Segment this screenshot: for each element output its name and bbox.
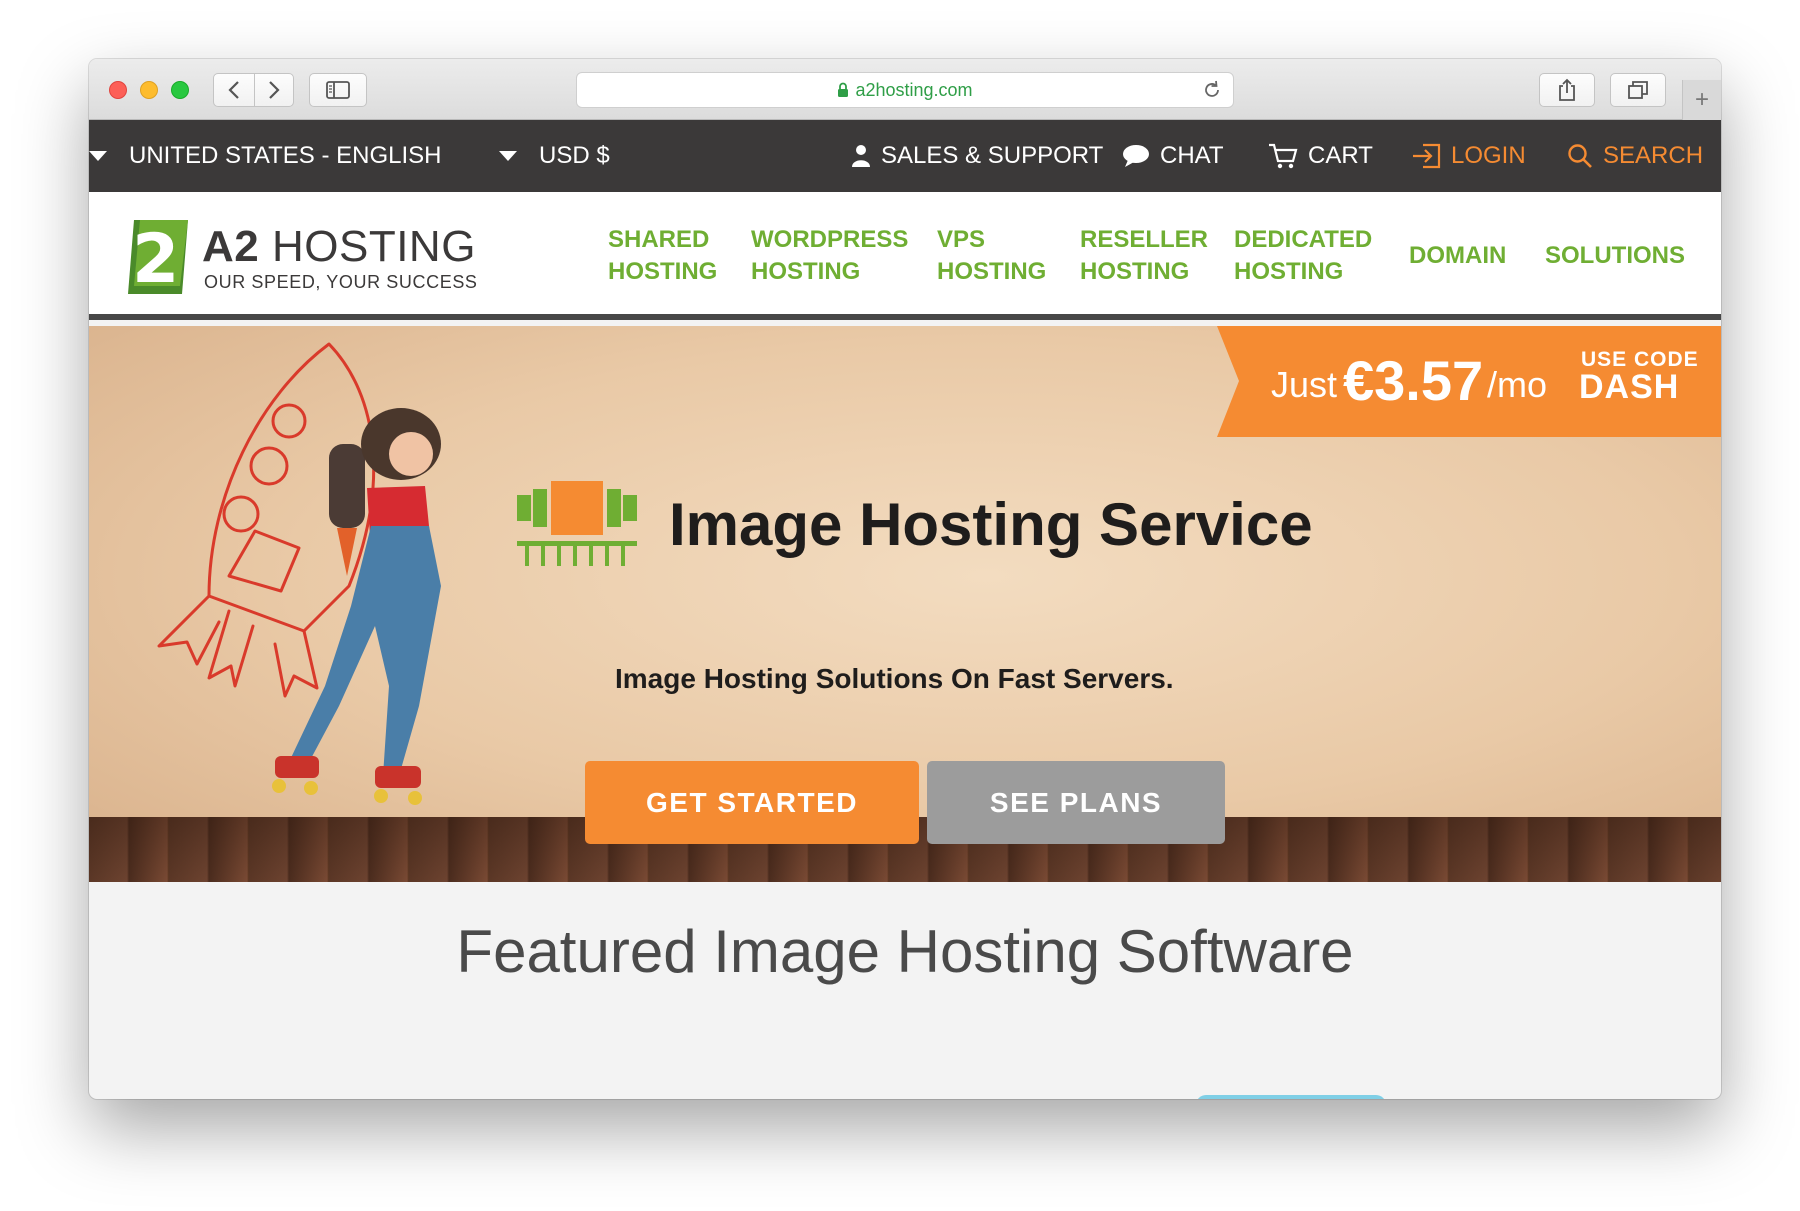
sidebar-button[interactable] — [309, 73, 367, 107]
history-nav-group — [213, 73, 294, 107]
caret-down-icon — [89, 151, 107, 161]
minimize-window-button[interactable] — [140, 81, 158, 99]
promo-just: Just — [1271, 364, 1338, 405]
cart-link[interactable]: CART — [1268, 120, 1373, 192]
promo-per-month: /mo — [1487, 364, 1548, 405]
currency-label: USD $ — [539, 142, 610, 169]
share-icon — [1559, 78, 1575, 101]
login-link[interactable]: LOGIN — [1411, 120, 1526, 192]
sales-support-label: SALES & SUPPORT — [881, 142, 1104, 169]
promo-price: €3.57 — [1343, 349, 1484, 412]
new-tab-button[interactable]: + — [1682, 80, 1721, 120]
back-button[interactable] — [214, 74, 254, 106]
nav-dedicated-hosting[interactable]: DEDICATED HOSTING — [1234, 224, 1372, 288]
close-window-button[interactable] — [109, 81, 127, 99]
cart-label: CART — [1308, 142, 1373, 169]
reload-icon[interactable] — [1201, 79, 1223, 101]
nav-domain[interactable]: DOMAIN — [1409, 240, 1506, 272]
nav-wordpress-hosting[interactable]: WORDPRESS HOSTING — [751, 224, 908, 288]
language-label: UNITED STATES - ENGLISH — [129, 142, 442, 169]
hero-subtitle: Image Hosting Solutions On Fast Servers. — [615, 663, 1174, 694]
currency-selector[interactable]: USD $ — [499, 120, 610, 192]
caret-down-icon — [499, 151, 517, 161]
search-label: SEARCH — [1603, 142, 1704, 169]
see-plans-button[interactable]: SEE PLANS — [927, 761, 1225, 844]
search-link[interactable]: SEARCH — [1567, 120, 1703, 192]
lock-icon — [838, 82, 849, 97]
chat-bubble-icon — [1123, 145, 1149, 167]
nav-vps-hosting[interactable]: VPS HOSTING — [937, 224, 1046, 288]
plus-icon: + — [1694, 86, 1709, 113]
chat-label: CHAT — [1160, 142, 1224, 169]
browser-window: a2hosting.com + UNITED STATES - ENGLISH … — [89, 59, 1721, 1099]
tab-overview-button[interactable] — [1610, 73, 1666, 107]
sales-support-link[interactable]: SALES & SUPPORT — [851, 120, 1103, 192]
a2-logo-icon: 2 — [128, 220, 188, 296]
url-text: a2hosting.com — [855, 79, 973, 100]
image-hosting-icon — [517, 481, 637, 566]
rocket-kid-illustration — [157, 342, 441, 805]
login-icon — [1413, 143, 1441, 169]
chevron-right-icon — [268, 81, 280, 99]
partial-tab-indicator — [1196, 1095, 1386, 1099]
language-selector[interactable]: UNITED STATES - ENGLISH — [89, 120, 441, 192]
logo-wordmark: A2 HOSTING — [202, 222, 476, 271]
featured-section-title: Featured Image Hosting Software — [456, 918, 1354, 985]
site-logo[interactable]: 2 A2 HOSTING OUR SPEED, YOUR SUCCESS — [120, 216, 480, 296]
promo-code: DASH — [1579, 368, 1680, 406]
zoom-window-button[interactable] — [171, 81, 189, 99]
forward-button[interactable] — [253, 74, 294, 106]
hero-banner: Just €3.57 /mo USE CODE DASH Image Hosti… — [89, 326, 1721, 882]
share-button[interactable] — [1539, 73, 1595, 107]
hero-title: Image Hosting Service — [669, 491, 1313, 558]
promo-ribbon[interactable]: Just €3.57 /mo USE CODE DASH — [1217, 326, 1721, 437]
main-navigation: 2 A2 HOSTING OUR SPEED, YOUR SUCCESS SHA… — [89, 192, 1721, 320]
search-icon — [1568, 144, 1592, 168]
address-bar[interactable]: a2hosting.com — [576, 72, 1234, 108]
nav-solutions[interactable]: SOLUTIONS — [1545, 240, 1685, 272]
nav-shared-hosting[interactable]: SHARED HOSTING — [608, 224, 717, 288]
user-icon — [852, 145, 870, 167]
logo-tagline: OUR SPEED, YOUR SUCCESS — [204, 272, 478, 292]
sidebar-icon — [326, 81, 350, 99]
nav-reseller-hosting[interactable]: RESELLER HOSTING — [1080, 224, 1208, 288]
browser-toolbar: a2hosting.com + — [89, 59, 1721, 120]
svg-text:2: 2 — [132, 220, 179, 296]
tabs-icon — [1628, 81, 1648, 99]
get-started-button[interactable]: GET STARTED — [585, 761, 919, 844]
cart-icon — [1269, 143, 1298, 169]
login-label: LOGIN — [1451, 142, 1526, 169]
chevron-left-icon — [228, 81, 239, 99]
chat-link[interactable]: CHAT — [1122, 120, 1224, 192]
utility-bar: UNITED STATES - ENGLISH USD $ SALES & SU… — [89, 120, 1721, 192]
